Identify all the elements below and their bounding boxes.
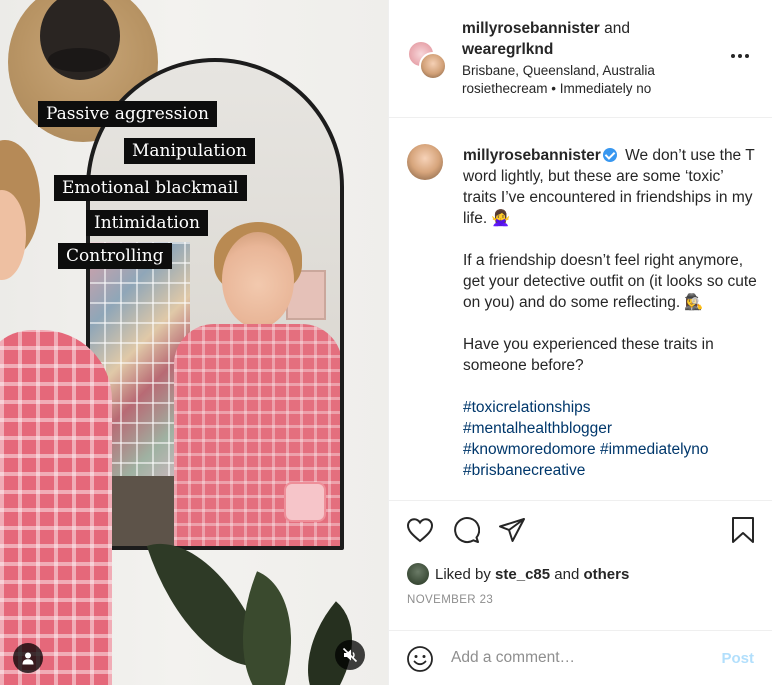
liked-by-others[interactable]: others	[583, 566, 629, 583]
likes-summary[interactable]: Liked by ste_c85 and others	[407, 562, 629, 586]
post-comment-button[interactable]: Post	[721, 650, 754, 667]
sticker	[284, 482, 326, 522]
overlay-text-passive-aggression: Passive aggression	[38, 101, 217, 127]
post-date[interactable]: NOVEMBER 23	[407, 594, 493, 606]
location-link[interactable]: Brisbane, Queensland, Australia	[462, 62, 722, 80]
tagged-users-button[interactable]	[13, 643, 43, 673]
comment-bubble-icon[interactable]	[451, 515, 481, 545]
header-username-1[interactable]: millyrosebannister	[462, 20, 600, 37]
overlay-text-intimidation: Intimidation	[86, 210, 208, 236]
likes-joiner: and	[554, 565, 580, 583]
header-text: millyrosebannister and wearegrlknd Brisb…	[462, 18, 722, 98]
overlay-text-controlling: Controlling	[58, 243, 172, 269]
paper-plane-icon[interactable]	[497, 515, 527, 545]
header-usernames: millyrosebannister and wearegrlknd	[462, 18, 722, 60]
overlay-text-emotional-blackmail: Emotional blackmail	[54, 175, 247, 201]
avatar[interactable]	[407, 563, 429, 585]
more-options-icon[interactable]	[728, 48, 752, 64]
post-header: millyrosebannister and wearegrlknd Brisb…	[389, 0, 772, 118]
smiley-icon[interactable]	[406, 645, 434, 673]
person-dress	[0, 330, 112, 685]
caption-username[interactable]: millyrosebannister	[463, 147, 601, 164]
action-bar	[389, 500, 772, 560]
avatar[interactable]	[407, 144, 443, 180]
hashtag-link[interactable]: #toxicrelationships	[463, 397, 759, 418]
person-icon	[22, 652, 34, 665]
post-details-panel: millyrosebannister and wearegrlknd Brisb…	[388, 0, 772, 685]
caption-area[interactable]: millyrosebannister We don’t use the T wo…	[389, 119, 772, 499]
comment-input[interactable]	[451, 643, 701, 673]
mute-toggle-button[interactable]	[335, 640, 365, 670]
caption-paragraph-3: Have you experienced these traits in som…	[463, 336, 714, 374]
audio-link[interactable]: rosiethecream • Immediately no	[462, 80, 722, 98]
comment-bar: Post	[389, 630, 772, 685]
hashtag-link[interactable]: #brisbanecreative	[463, 460, 759, 481]
hashtag-link[interactable]: #mentalhealthblogger	[463, 418, 759, 439]
hashtag-link[interactable]: #knowmoredomore #immediatelyno	[463, 439, 759, 460]
header-username-2[interactable]: wearegrlknd	[462, 41, 553, 58]
liked-by-username[interactable]: ste_c85	[495, 566, 550, 583]
speaker-muted-icon	[342, 647, 358, 663]
likes-prefix: Liked by	[435, 565, 491, 583]
post-media[interactable]: Passive aggression Manipulation Emotiona…	[0, 0, 388, 685]
caption-text: millyrosebannister We don’t use the T wo…	[463, 145, 759, 481]
overlay-text-manipulation: Manipulation	[124, 138, 255, 164]
header-joiner: and	[604, 20, 631, 37]
bookmark-icon[interactable]	[728, 515, 758, 545]
mirror	[86, 58, 344, 550]
plant-leaf	[278, 601, 382, 685]
heart-icon[interactable]	[405, 515, 435, 545]
caption-paragraph-2: If a friendship doesn’t feel right anymo…	[463, 252, 757, 311]
collab-avatars[interactable]	[407, 40, 449, 82]
hat-band	[48, 48, 110, 72]
avatar-millyrosebannister[interactable]	[419, 52, 447, 80]
reflection-face	[222, 232, 294, 328]
verified-badge-icon	[602, 148, 617, 162]
